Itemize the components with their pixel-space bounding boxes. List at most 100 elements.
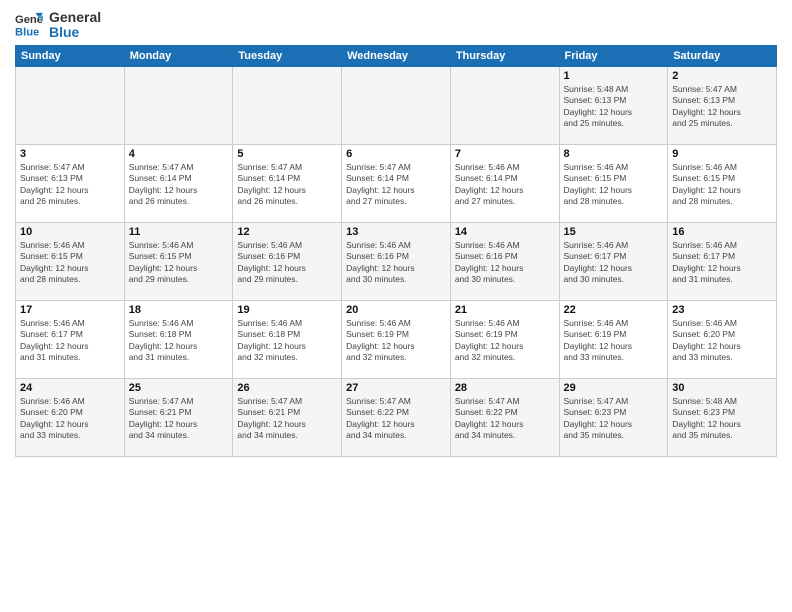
day-cell: 26Sunrise: 5:47 AM Sunset: 6:21 PM Dayli…	[233, 378, 342, 456]
day-info: Sunrise: 5:46 AM Sunset: 6:19 PM Dayligh…	[346, 318, 446, 364]
logo-blue: Blue	[49, 25, 101, 40]
svg-text:Blue: Blue	[15, 27, 39, 39]
day-info: Sunrise: 5:46 AM Sunset: 6:16 PM Dayligh…	[455, 240, 555, 286]
day-number: 15	[564, 226, 664, 238]
day-cell: 23 Sunrise: 5:46 AM Sunset: 6:20 PM Dayli…	[668, 300, 777, 378]
day-cell: 20Sunrise: 5:46 AM Sunset: 6:19 PM Dayli…	[342, 300, 451, 378]
day-cell: 15 Sunrise: 5:46 AM Sunset: 6:17 PM Dayli…	[559, 222, 668, 300]
header: General Blue General Blue	[15, 10, 777, 41]
day-cell: 17 Sunrise: 5:46 AM Sunset: 6:17 PM Dayli…	[16, 300, 125, 378]
day-info: Sunrise: 5:46 AM Sunset: 6:15 PM Dayligh…	[20, 240, 120, 286]
day-number: 28	[455, 382, 555, 394]
day-cell	[16, 66, 125, 144]
day-cell: 9Sunrise: 5:46 AM Sunset: 6:15 PM Daylig…	[668, 144, 777, 222]
day-info: Sunrise: 5:46 AM Sunset: 6:20 PM Dayligh…	[672, 318, 772, 364]
day-number: 13	[346, 226, 446, 238]
day-number: 22	[564, 304, 664, 316]
day-cell: 8Sunrise: 5:46 AM Sunset: 6:15 PM Daylig…	[559, 144, 668, 222]
weekday-header-monday: Monday	[124, 45, 233, 66]
calendar-container: General Blue General Blue SundayMondayTu…	[0, 0, 792, 462]
day-info: Sunrise: 5:46 AM Sunset: 6:14 PM Dayligh…	[455, 162, 555, 208]
day-cell: 21 Sunrise: 5:46 AM Sunset: 6:19 PM Dayli…	[450, 300, 559, 378]
weekday-header-sunday: Sunday	[16, 45, 125, 66]
day-number: 14	[455, 226, 555, 238]
day-cell: 18 Sunrise: 5:46 AM Sunset: 6:18 PM Dayli…	[124, 300, 233, 378]
logo-icon: General Blue	[15, 11, 43, 39]
day-number: 10	[20, 226, 120, 238]
day-info: Sunrise: 5:46 AM Sunset: 6:17 PM Dayligh…	[564, 240, 664, 286]
day-info: Sunrise: 5:47 AM Sunset: 6:13 PM Dayligh…	[20, 162, 120, 208]
week-row-1: 1 Sunrise: 5:48 AM Sunset: 6:13 PM Daylig…	[16, 66, 777, 144]
day-info: Sunrise: 5:47 AM Sunset: 6:22 PM Dayligh…	[455, 396, 555, 442]
day-cell	[450, 66, 559, 144]
day-cell: 1 Sunrise: 5:48 AM Sunset: 6:13 PM Daylig…	[559, 66, 668, 144]
day-cell: 5 Sunrise: 5:47 AM Sunset: 6:14 PM Daylig…	[233, 144, 342, 222]
day-cell: 22 Sunrise: 5:46 AM Sunset: 6:19 PM Dayli…	[559, 300, 668, 378]
day-number: 5	[237, 148, 337, 160]
day-cell: 25 Sunrise: 5:47 AM Sunset: 6:21 PM Dayli…	[124, 378, 233, 456]
day-info: Sunrise: 5:46 AM Sunset: 6:20 PM Dayligh…	[20, 396, 120, 442]
day-cell: 14 Sunrise: 5:46 AM Sunset: 6:16 PM Dayli…	[450, 222, 559, 300]
day-cell: 11 Sunrise: 5:46 AM Sunset: 6:15 PM Dayli…	[124, 222, 233, 300]
logo-general: General	[49, 10, 101, 25]
weekday-header-wednesday: Wednesday	[342, 45, 451, 66]
day-number: 19	[237, 304, 337, 316]
day-number: 1	[564, 70, 664, 82]
day-number: 4	[129, 148, 229, 160]
day-info: Sunrise: 5:47 AM Sunset: 6:21 PM Dayligh…	[129, 396, 229, 442]
day-info: Sunrise: 5:47 AM Sunset: 6:13 PM Dayligh…	[672, 84, 772, 130]
day-number: 30	[672, 382, 772, 394]
day-info: Sunrise: 5:46 AM Sunset: 6:15 PM Dayligh…	[129, 240, 229, 286]
weekday-header-friday: Friday	[559, 45, 668, 66]
day-number: 12	[237, 226, 337, 238]
day-info: Sunrise: 5:47 AM Sunset: 6:21 PM Dayligh…	[237, 396, 337, 442]
day-cell: 10 Sunrise: 5:46 AM Sunset: 6:15 PM Dayli…	[16, 222, 125, 300]
day-cell	[342, 66, 451, 144]
day-number: 11	[129, 226, 229, 238]
day-number: 29	[564, 382, 664, 394]
day-info: Sunrise: 5:46 AM Sunset: 6:15 PM Dayligh…	[672, 162, 772, 208]
day-number: 21	[455, 304, 555, 316]
day-cell: 24 Sunrise: 5:46 AM Sunset: 6:20 PM Dayli…	[16, 378, 125, 456]
day-info: Sunrise: 5:46 AM Sunset: 6:17 PM Dayligh…	[672, 240, 772, 286]
day-info: Sunrise: 5:46 AM Sunset: 6:18 PM Dayligh…	[129, 318, 229, 364]
day-info: Sunrise: 5:46 AM Sunset: 6:16 PM Dayligh…	[346, 240, 446, 286]
day-cell: 2 Sunrise: 5:47 AM Sunset: 6:13 PM Daylig…	[668, 66, 777, 144]
day-number: 23	[672, 304, 772, 316]
week-row-2: 3 Sunrise: 5:47 AM Sunset: 6:13 PM Daylig…	[16, 144, 777, 222]
day-info: Sunrise: 5:46 AM Sunset: 6:19 PM Dayligh…	[564, 318, 664, 364]
day-cell: 4Sunrise: 5:47 AM Sunset: 6:14 PM Daylig…	[124, 144, 233, 222]
day-info: Sunrise: 5:47 AM Sunset: 6:14 PM Dayligh…	[346, 162, 446, 208]
day-cell: 16Sunrise: 5:46 AM Sunset: 6:17 PM Dayli…	[668, 222, 777, 300]
day-cell: 29 Sunrise: 5:47 AM Sunset: 6:23 PM Dayli…	[559, 378, 668, 456]
day-info: Sunrise: 5:46 AM Sunset: 6:17 PM Dayligh…	[20, 318, 120, 364]
day-number: 7	[455, 148, 555, 160]
week-row-4: 17 Sunrise: 5:46 AM Sunset: 6:17 PM Dayli…	[16, 300, 777, 378]
weekday-header-thursday: Thursday	[450, 45, 559, 66]
day-cell	[124, 66, 233, 144]
day-number: 3	[20, 148, 120, 160]
day-info: Sunrise: 5:47 AM Sunset: 6:22 PM Dayligh…	[346, 396, 446, 442]
day-info: Sunrise: 5:48 AM Sunset: 6:13 PM Dayligh…	[564, 84, 664, 130]
day-cell: 6 Sunrise: 5:47 AM Sunset: 6:14 PM Daylig…	[342, 144, 451, 222]
day-number: 27	[346, 382, 446, 394]
day-info: Sunrise: 5:46 AM Sunset: 6:15 PM Dayligh…	[564, 162, 664, 208]
day-cell	[233, 66, 342, 144]
day-number: 2	[672, 70, 772, 82]
day-number: 17	[20, 304, 120, 316]
day-info: Sunrise: 5:46 AM Sunset: 6:19 PM Dayligh…	[455, 318, 555, 364]
day-info: Sunrise: 5:47 AM Sunset: 6:23 PM Dayligh…	[564, 396, 664, 442]
day-number: 25	[129, 382, 229, 394]
day-number: 6	[346, 148, 446, 160]
day-number: 24	[20, 382, 120, 394]
weekday-row: SundayMondayTuesdayWednesdayThursdayFrid…	[16, 45, 777, 66]
day-info: Sunrise: 5:47 AM Sunset: 6:14 PM Dayligh…	[237, 162, 337, 208]
week-row-5: 24 Sunrise: 5:46 AM Sunset: 6:20 PM Dayli…	[16, 378, 777, 456]
day-cell: 3 Sunrise: 5:47 AM Sunset: 6:13 PM Daylig…	[16, 144, 125, 222]
week-row-3: 10 Sunrise: 5:46 AM Sunset: 6:15 PM Dayli…	[16, 222, 777, 300]
weekday-header-saturday: Saturday	[668, 45, 777, 66]
calendar-body: 1 Sunrise: 5:48 AM Sunset: 6:13 PM Daylig…	[16, 66, 777, 456]
day-info: Sunrise: 5:48 AM Sunset: 6:23 PM Dayligh…	[672, 396, 772, 442]
day-number: 18	[129, 304, 229, 316]
day-cell: 27 Sunrise: 5:47 AM Sunset: 6:22 PM Dayli…	[342, 378, 451, 456]
